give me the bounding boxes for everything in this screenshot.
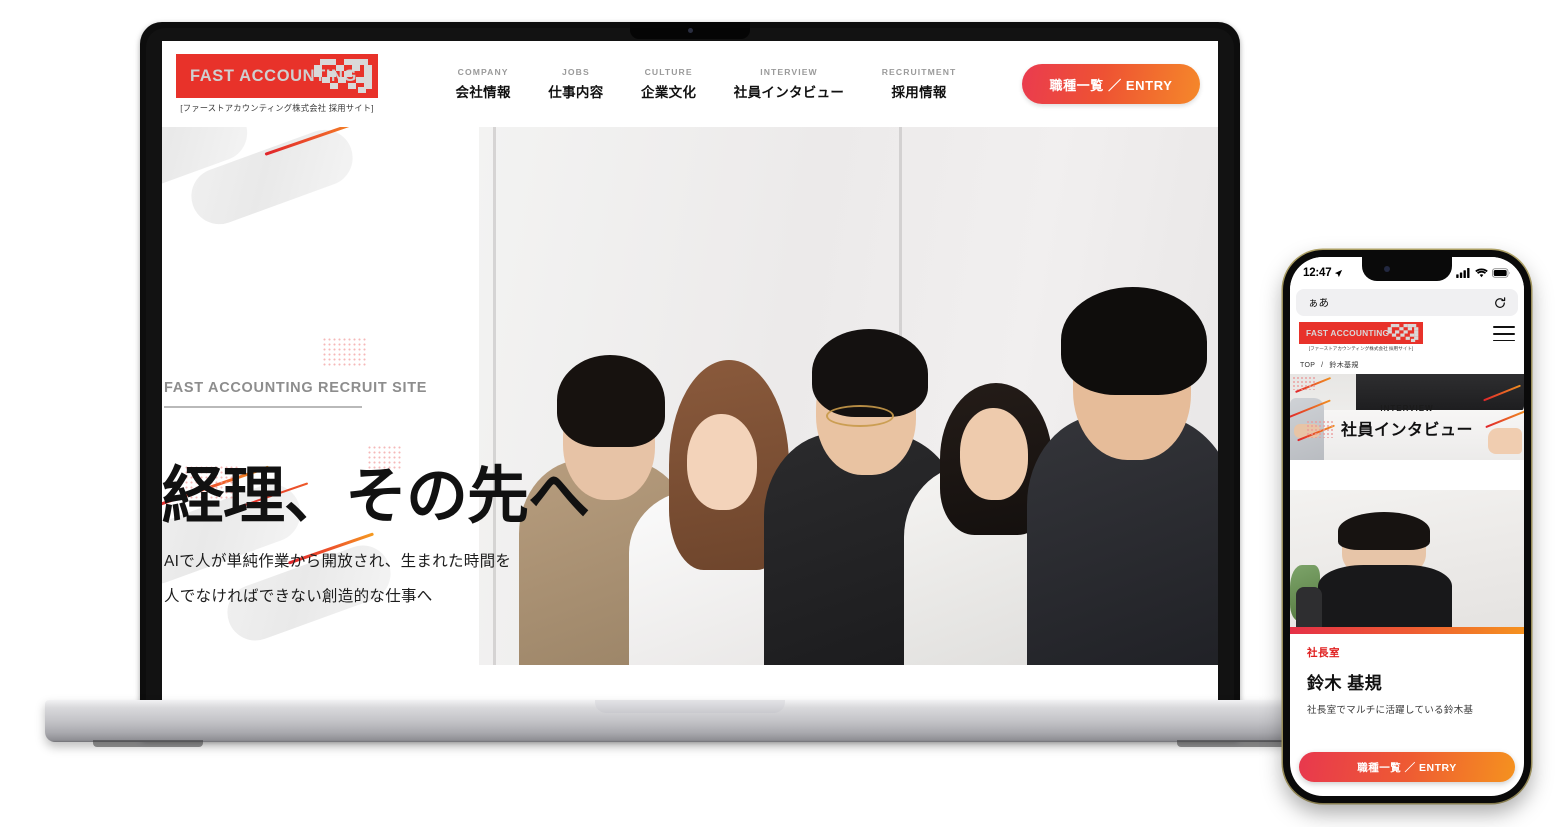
nav-label-ja: 企業文化 [641,85,697,100]
laptop-foot [1177,740,1287,747]
phone-site-header: FAST ACCOUNTING [ファーストアカウンティング株式会社 採用サイト… [1290,316,1524,356]
nav-item-jobs[interactable]: JOBS 仕事内容 [548,67,603,101]
screenshot-stage: FAST ACCOUNTING [ファーストアカウンティング株式会社 採用サイト… [0,0,1557,827]
phone-spacer [1290,460,1524,490]
person-face [687,414,757,510]
laptop-mockup: FAST ACCOUNTING [ファーストアカウンティング株式会社 採用サイト… [45,22,1335,747]
laptop-foot [93,740,203,747]
phone-entry-button[interactable]: 職種一覧 ／ ENTRY [1299,752,1515,782]
nav-label-en: CULTURE [644,67,693,77]
interviewee-hair [1338,512,1430,550]
hero-section: FAST ACCOUNTING RECRUIT SITE 経理、その先へ AIで… [162,127,1218,721]
hero-left-column: FAST ACCOUNTING RECRUIT SITE [162,127,482,721]
hero-photo [479,127,1218,665]
interview-name: 鈴木 基規 [1307,674,1383,693]
phone-logo-brand-text: FAST ACCOUNTING [1306,328,1390,338]
nav-label-ja: 仕事内容 [548,85,604,100]
logo-badge: FAST ACCOUNTING [176,54,378,98]
cellular-signal-icon [1456,268,1470,278]
breadcrumb-home[interactable]: TOP [1300,362,1315,369]
laptop-screen: FAST ACCOUNTING [ファーストアカウンティング株式会社 採用サイト… [162,41,1218,721]
hero-kicker-rule [164,406,362,408]
phone-page-banner: INTERVIEW 社員インタビュー [1290,374,1524,460]
phone-mockup: 12:47 ぁあ FAST ACCOUNTING [ファーストアカウンティング株… [1283,250,1531,803]
nav-item-company[interactable]: COMPANY 会社情報 [456,67,511,101]
laptop-base-notch [595,700,785,713]
phone-entry-bar: 職種一覧 ／ ENTRY [1290,745,1524,789]
reload-icon[interactable] [1494,296,1506,309]
phone-logo-subtitle: [ファーストアカウンティング株式会社 採用サイト] [1308,346,1414,351]
hero-lead: AIで人が単純作業から開放され、生まれた時間を 人でなければできない創造的な仕事… [164,545,511,615]
interviewee-chair [1296,587,1322,627]
nav-item-culture[interactable]: CULTURE 企業文化 [641,67,696,101]
banner-label-en: INTERVIEW [1380,404,1434,413]
wifi-icon [1475,268,1488,278]
phone-camera-icon [1384,266,1390,272]
hero-lead-line2: 人でなければできない創造的な仕事へ [164,587,433,605]
photo-person [1027,165,1218,665]
location-arrow-icon [1335,269,1343,277]
breadcrumb: TOP / 鈴木基規 [1290,356,1524,374]
decor-dot-pattern [322,337,368,367]
logo-subtitle: [ファーストアカウンティング株式会社 採用サイト] [180,103,374,113]
entry-button[interactable]: 職種一覧 ／ ENTRY [1022,64,1200,104]
nav-label-en: INTERVIEW [760,67,818,77]
nav-item-recruitment[interactable]: RECRUITMENT 採用情報 [882,67,957,101]
breadcrumb-separator: / [1321,361,1324,369]
primary-navigation: COMPANY 会社情報 JOBS 仕事内容 CULTURE 企業文化 INTE… [378,67,1022,101]
nav-item-interview[interactable]: INTERVIEW 社員インタビュー [734,67,844,101]
site-header: FAST ACCOUNTING [ファーストアカウンティング株式会社 採用サイト… [162,41,1218,127]
person-hair [1061,287,1207,395]
nav-label-en: COMPANY [457,67,509,77]
interview-department: 社長室 [1307,647,1340,659]
interview-description: 社長室でマルチに活躍している鈴木基 [1307,705,1474,716]
nav-label-en: JOBS [561,67,590,77]
pixel-speech-bubble-icon [1387,324,1419,342]
hero-kicker-text: FAST ACCOUNTING RECRUIT SITE [164,380,428,396]
laptop-camera-icon [687,28,693,33]
reader-mode-button[interactable]: ぁあ [1308,295,1329,310]
site-logo[interactable]: FAST ACCOUNTING [ファーストアカウンティング株式会社 採用サイト… [176,54,378,114]
hero-kicker: FAST ACCOUNTING RECRUIT SITE [164,379,427,408]
nav-label-ja: 会社情報 [455,85,511,100]
phone-logo-badge: FAST ACCOUNTING [1299,322,1423,344]
person-face [960,408,1028,500]
interview-card-photo [1290,490,1524,627]
phone-logo[interactable]: FAST ACCOUNTING [ファーストアカウンティング株式会社 採用サイト… [1299,322,1423,352]
glasses-icon [826,405,894,427]
banner-dot-pattern [1292,376,1316,390]
interview-card-body: 社長室 鈴木 基規 社長室でマルチに活躍している鈴木基 [1290,634,1524,716]
phone-screen: 12:47 ぁあ FAST ACCOUNTING [ファーストアカウンティング株… [1290,257,1524,796]
hero-lead-line1: AIで人が単純作業から開放され、生まれた時間を [164,553,512,570]
phone-notch [1362,257,1452,281]
breadcrumb-current: 鈴木基規 [1329,362,1359,369]
battery-icon [1492,268,1510,278]
nav-label-en: RECRUITMENT [881,67,957,77]
nav-label-ja: 採用情報 [891,85,947,100]
pixel-speech-bubble-icon [314,59,372,93]
banner-title-ja: 社員インタビュー [1340,422,1473,439]
safari-address-bar[interactable]: ぁあ [1296,289,1518,316]
nav-label-ja: 社員インタビュー [733,85,845,100]
interview-card-accent-bar [1290,627,1524,634]
website-page: FAST ACCOUNTING [ファーストアカウンティング株式会社 採用サイト… [162,41,1218,721]
hamburger-menu-icon[interactable] [1493,322,1515,342]
hero-headline: 経理、その先へ [162,462,590,531]
interviewee-body [1318,565,1452,627]
status-time: 12:47 [1303,267,1332,279]
